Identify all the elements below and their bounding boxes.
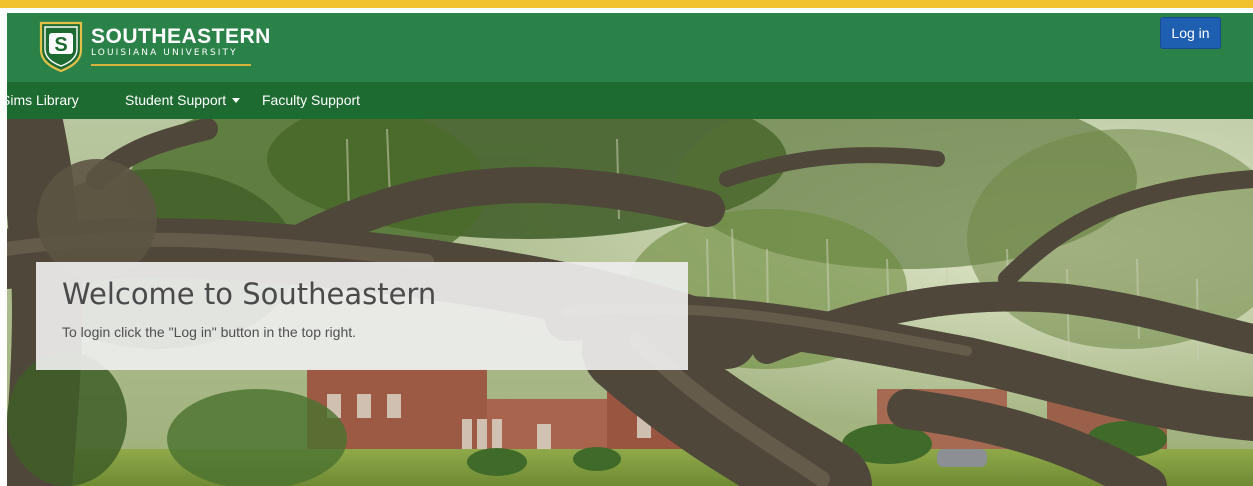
gold-accent-bar [0,0,1253,8]
chevron-down-icon [232,98,241,103]
main-navigation: Sims Library Student Support Faculty Sup… [1,82,1253,119]
nav-item-label: Student Support [125,92,227,108]
site-header: S SOUTHEASTERN LOUISIANA UNIVERSITY Log … [7,13,1253,82]
nav-item-sims-library[interactable]: Sims Library [1,82,79,119]
logo-gold-rule [91,63,251,66]
welcome-title: Welcome to Southeastern [62,277,437,311]
page: S SOUTHEASTERN LOUISIANA UNIVERSITY Log … [0,0,1253,486]
logo-monogram: S [54,34,67,56]
university-logo[interactable]: S SOUTHEASTERN LOUISIANA UNIVERSITY [37,18,271,74]
nav-item-faculty-support[interactable]: Faculty Support [262,82,360,119]
nav-item-label: Faculty Support [262,92,361,108]
login-button[interactable]: Log in [1160,17,1221,49]
welcome-panel: Welcome to Southeastern To login click t… [36,262,688,370]
logo-wordmark-top: SOUTHEASTERN [91,24,271,48]
welcome-subtitle: To login click the "Log in" button in th… [62,324,357,340]
logo-wordmark: SOUTHEASTERN LOUISIANA UNIVERSITY [91,24,271,66]
logo-wordmark-bottom: LOUISIANA UNIVERSITY [91,47,238,58]
shield-logo-icon: S [39,21,83,72]
nav-item-student-support[interactable]: Student Support [125,82,241,119]
nav-item-label: Sims Library [1,92,79,108]
